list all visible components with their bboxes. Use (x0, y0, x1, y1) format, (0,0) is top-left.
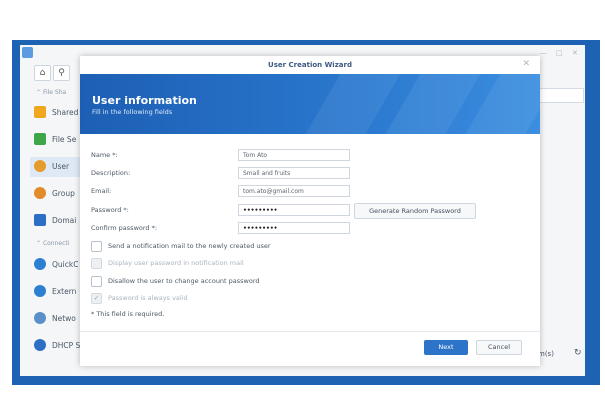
refresh-icon[interactable]: ↻ (574, 348, 582, 358)
sidebar-item-label: User (52, 162, 70, 171)
close-window-icon[interactable]: ✕ (572, 49, 578, 57)
user-icon (34, 160, 46, 172)
sidebar-item-label: Group (52, 189, 75, 198)
display-password-checkbox (91, 258, 102, 269)
next-button[interactable]: Next (424, 340, 468, 355)
description-label: Description: (91, 169, 131, 177)
domain-icon (34, 214, 46, 226)
password-always-valid-checkbox: ✓ (91, 293, 102, 304)
group-icon (34, 187, 46, 199)
dhcp-server-icon (34, 339, 46, 351)
external-access-icon (34, 285, 46, 297)
sidebar-item-label: QuickC (52, 260, 79, 269)
banner-subtitle: Fill in the following fields (92, 108, 173, 116)
home-button[interactable]: ⌂ (34, 65, 51, 81)
send-notification-checkbox[interactable] (91, 241, 102, 252)
email-field[interactable]: tom.ato@gmail.com (238, 185, 350, 197)
cancel-button[interactable]: Cancel (476, 340, 522, 355)
close-icon[interactable]: ✕ (522, 59, 530, 69)
password-label: Password *: (91, 206, 129, 214)
sidebar-section-label: Connecti (42, 240, 70, 247)
confirm-password-label: Confirm password *: (91, 224, 158, 232)
confirm-password-field[interactable]: ••••••••• (238, 222, 350, 234)
dialog-title: User Creation Wizard (80, 56, 540, 75)
banner-title: User information (92, 94, 197, 107)
sidebar-item-label: Netwo (52, 314, 76, 323)
display-password-label: Display user password in notification ma… (108, 259, 244, 267)
password-field[interactable]: ••••••••• (238, 204, 350, 216)
network-icon (34, 312, 46, 324)
disallow-password-change-checkbox[interactable] (91, 276, 102, 287)
name-label: Name *: (91, 151, 118, 159)
wizard-banner: User information Fill in the following f… (80, 74, 540, 134)
send-notification-label: Send a notification mail to the newly cr… (108, 242, 271, 250)
sidebar-item-label: Domai (52, 216, 77, 225)
file-services-icon (34, 133, 46, 145)
app-logo-icon (22, 47, 33, 58)
minimize-icon[interactable]: — (540, 49, 547, 57)
item-count: m(s) (538, 350, 554, 358)
password-always-valid-label: Password is always valid (108, 294, 188, 302)
checkmark-icon: ✓ (93, 294, 100, 302)
user-creation-wizard-dialog: User Creation Wizard ✕ User information … (80, 56, 540, 366)
generate-random-password-button[interactable]: Generate Random Password (354, 203, 476, 219)
sidebar-section-file-sharing[interactable]: ⌃ File Sha (36, 89, 66, 96)
sidebar-section-label: File Sha (42, 89, 67, 96)
sidebar-item-label: Shared (52, 108, 79, 117)
search-icon: ⚲ (58, 68, 65, 78)
sidebar-section-connectivity[interactable]: ⌃ Connecti (36, 240, 69, 247)
disallow-password-change-label: Disallow the user to change account pass… (108, 277, 260, 285)
dialog-footer-divider (80, 331, 540, 332)
home-icon: ⌂ (39, 68, 46, 78)
search-button[interactable]: ⚲ (53, 65, 70, 81)
required-field-note: * This field is required. (91, 310, 165, 318)
description-field[interactable]: Small and fruits (238, 167, 350, 179)
maximize-icon[interactable]: □ (556, 49, 563, 57)
sidebar-item-label: File Se (52, 135, 77, 144)
sidebar-item-label: Extern (52, 287, 77, 296)
name-field[interactable]: Tom Ato (238, 149, 350, 161)
shared-folder-icon (34, 106, 46, 118)
email-label: Email: (91, 187, 112, 195)
quickconnect-icon (34, 258, 46, 270)
